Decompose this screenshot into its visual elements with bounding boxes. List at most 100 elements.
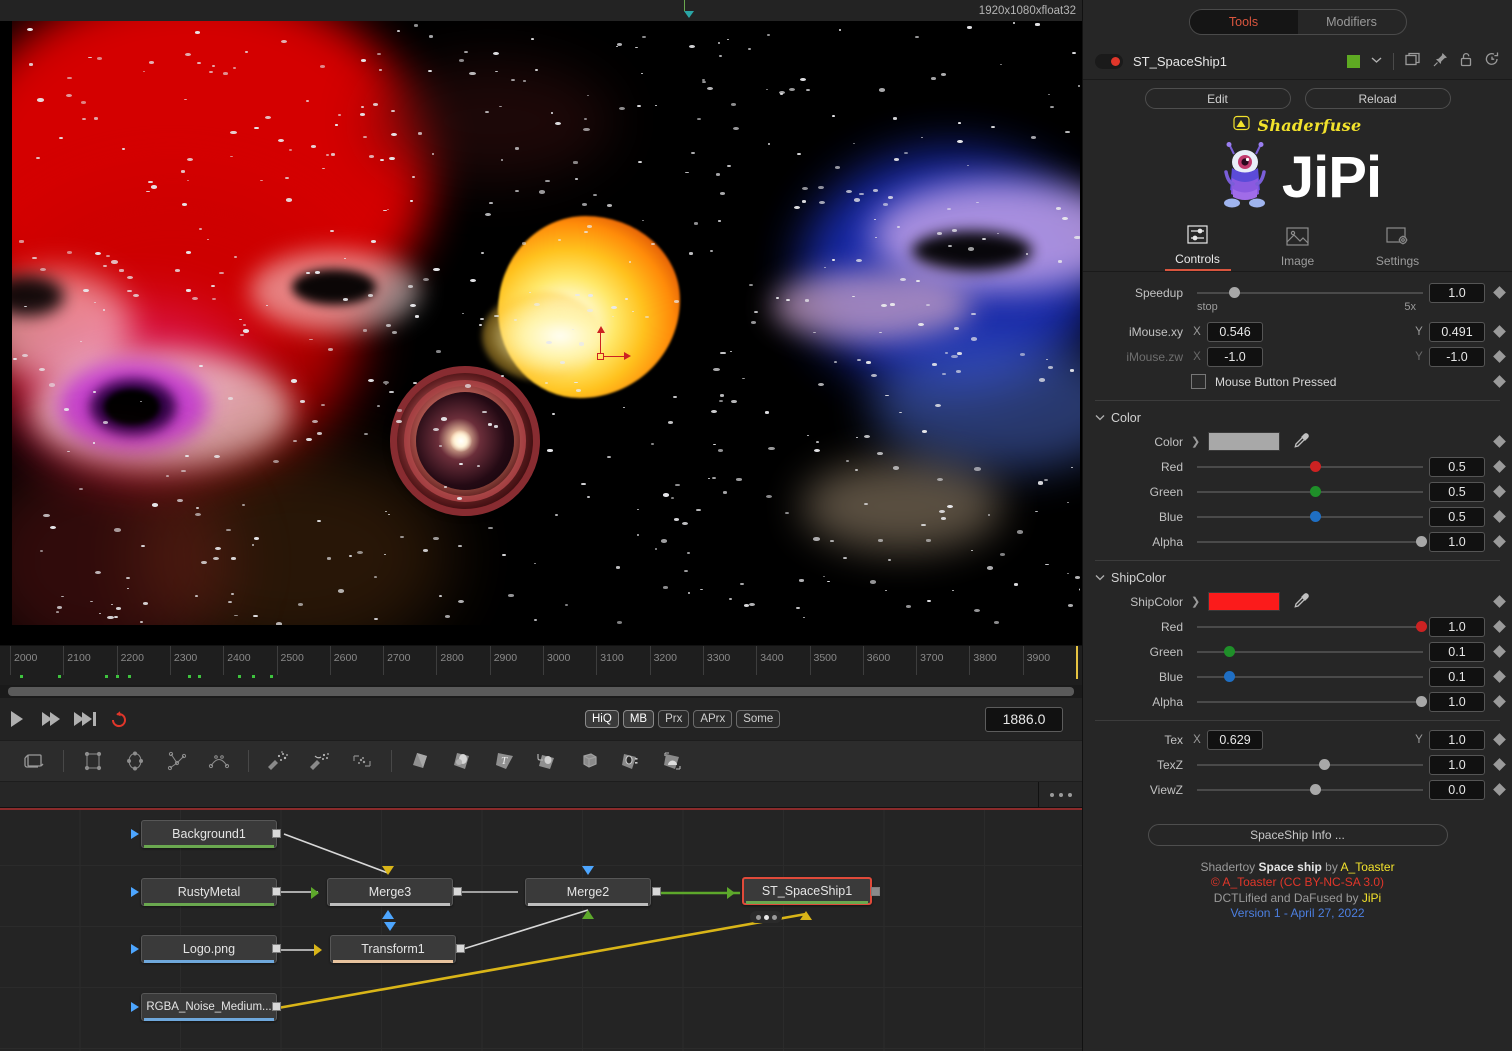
- node-background1[interactable]: Background1: [141, 820, 277, 848]
- eyedropper-icon[interactable]: [1294, 592, 1310, 611]
- texz-value[interactable]: 1.0: [1429, 754, 1485, 775]
- quality-button-aprx[interactable]: APrx: [693, 710, 733, 728]
- keyframe-diamond[interactable]: [1493, 733, 1506, 746]
- fast-forward-button[interactable]: [34, 705, 68, 733]
- polygon-mask-icon[interactable]: [157, 744, 197, 778]
- blue-value[interactable]: 0.5: [1429, 506, 1485, 527]
- color-swatch[interactable]: [1208, 432, 1281, 451]
- group-header-color[interactable]: Color: [1083, 407, 1512, 429]
- keyframe-diamond[interactable]: [1493, 286, 1506, 299]
- merge2-mask-input[interactable]: [582, 866, 594, 875]
- copy-icon[interactable]: [1405, 52, 1422, 72]
- green-slider[interactable]: [1197, 642, 1423, 662]
- merge3-effect-mask[interactable]: [382, 910, 394, 919]
- keyframe-diamond[interactable]: [1493, 758, 1506, 771]
- keyframe-diamond[interactable]: [1493, 375, 1506, 388]
- text-3d-icon[interactable]: T: [485, 744, 525, 778]
- edit-button[interactable]: Edit: [1144, 88, 1291, 109]
- tab-tools[interactable]: Tools: [1189, 10, 1298, 34]
- transform-gizmo[interactable]: [597, 326, 631, 360]
- viewer[interactable]: 1920x1080xfloat32: [0, 0, 1082, 645]
- imouse-zw-x[interactable]: -1.0: [1207, 346, 1263, 367]
- tab-image[interactable]: Image: [1265, 227, 1331, 271]
- red-slider[interactable]: [1197, 617, 1428, 637]
- particle-emitter-icon[interactable]: [258, 744, 298, 778]
- node-input-arrow[interactable]: [131, 829, 139, 839]
- reload-button[interactable]: Reload: [1304, 88, 1451, 109]
- reset-icon[interactable]: [1484, 51, 1500, 72]
- camera-3d-icon[interactable]: [611, 744, 651, 778]
- merge-3d-icon[interactable]: [527, 744, 567, 778]
- alpha-slider[interactable]: [1197, 532, 1428, 552]
- rectangle-mask-icon[interactable]: [73, 744, 113, 778]
- spaceship-input[interactable]: [727, 887, 735, 899]
- expand-chevron-icon[interactable]: ❯: [1191, 435, 1200, 448]
- pin-icon[interactable]: [1433, 52, 1448, 72]
- bspline-mask-icon[interactable]: [199, 744, 239, 778]
- imouse-xy-y[interactable]: 0.491: [1429, 321, 1485, 342]
- quality-button-hiq[interactable]: HiQ: [585, 710, 619, 728]
- node-merge2[interactable]: Merge2: [525, 878, 651, 906]
- node-transform1[interactable]: Transform1: [330, 935, 456, 963]
- blue-value[interactable]: 0.1: [1429, 666, 1485, 687]
- transform1-mask-input[interactable]: [384, 922, 396, 931]
- keyframe-diamond[interactable]: [1493, 645, 1506, 658]
- eyedropper-icon[interactable]: [1294, 432, 1310, 451]
- node-input-arrow[interactable]: [131, 1002, 139, 1012]
- particle-render-icon[interactable]: [300, 744, 340, 778]
- node-output-port[interactable]: [456, 944, 465, 953]
- quality-button-mb[interactable]: MB: [622, 710, 655, 728]
- node-st-spaceship1[interactable]: ST_SpaceShip1: [742, 877, 872, 905]
- texz-slider[interactable]: [1197, 755, 1423, 775]
- green-value[interactable]: 0.5: [1429, 481, 1485, 502]
- node-logo-png[interactable]: Logo.png: [141, 935, 277, 963]
- speedup-value[interactable]: 1.0: [1429, 282, 1485, 303]
- alpha-slider[interactable]: [1197, 692, 1428, 712]
- red-value[interactable]: 0.5: [1429, 456, 1485, 477]
- keyframe-diamond[interactable]: [1493, 510, 1506, 523]
- node-page-dots[interactable]: [750, 911, 782, 923]
- shape-3d-icon[interactable]: [443, 744, 483, 778]
- timeline-playhead[interactable]: [1076, 646, 1078, 679]
- timeline-scrollbar[interactable]: [0, 685, 1082, 698]
- overflow-menu-icon[interactable]: [1038, 781, 1082, 808]
- quality-button-some[interactable]: Some: [736, 710, 781, 728]
- particle-region-icon[interactable]: [342, 744, 382, 778]
- imouse-zw-y[interactable]: -1.0: [1429, 346, 1485, 367]
- blue-slider[interactable]: [1197, 507, 1423, 527]
- node-output-port[interactable]: [652, 887, 661, 896]
- chevron-down-icon[interactable]: [1095, 573, 1105, 584]
- skip-to-end-button[interactable]: [68, 705, 102, 733]
- red-value[interactable]: 1.0: [1429, 616, 1485, 637]
- group-header-shipcolor[interactable]: ShipColor: [1083, 567, 1512, 589]
- keyframe-diamond[interactable]: [1493, 695, 1506, 708]
- speedup-slider[interactable]: [1197, 283, 1423, 303]
- chevron-down-icon[interactable]: [1371, 56, 1382, 67]
- red-slider[interactable]: [1197, 457, 1423, 477]
- loop-button[interactable]: [102, 705, 136, 733]
- node-graph[interactable]: Background1 RustyMetal Logo.png RGBA_Noi…: [0, 810, 1082, 1051]
- node-output-port[interactable]: [272, 1002, 281, 1011]
- viewz-value[interactable]: 0.0: [1429, 779, 1485, 800]
- cube-3d-icon[interactable]: [569, 744, 609, 778]
- tab-controls[interactable]: Controls: [1164, 225, 1231, 271]
- background-3d-icon[interactable]: [401, 744, 441, 778]
- keyframe-diamond[interactable]: [1493, 670, 1506, 683]
- chevron-down-icon[interactable]: [1095, 413, 1105, 424]
- merge3-fg-input[interactable]: [382, 866, 394, 875]
- node-output-port[interactable]: [453, 887, 462, 896]
- keyframe-diamond[interactable]: [1493, 535, 1506, 548]
- node-output-port[interactable]: [272, 944, 281, 953]
- node-input-arrow[interactable]: [131, 887, 139, 897]
- transform1-input[interactable]: [314, 944, 322, 956]
- current-frame-field[interactable]: 1886.0: [985, 706, 1063, 732]
- mouse-button-checkbox[interactable]: [1191, 374, 1206, 389]
- node-rustymetal[interactable]: RustyMetal: [141, 878, 277, 906]
- ellipse-mask-icon[interactable]: [115, 744, 155, 778]
- alpha-value[interactable]: 1.0: [1429, 691, 1485, 712]
- node-output-port[interactable]: [871, 887, 880, 896]
- viewz-slider[interactable]: [1197, 780, 1423, 800]
- tex-x[interactable]: 0.629: [1207, 729, 1263, 750]
- merge2-fg-input[interactable]: [582, 910, 594, 919]
- quality-button-prx[interactable]: Prx: [658, 710, 690, 728]
